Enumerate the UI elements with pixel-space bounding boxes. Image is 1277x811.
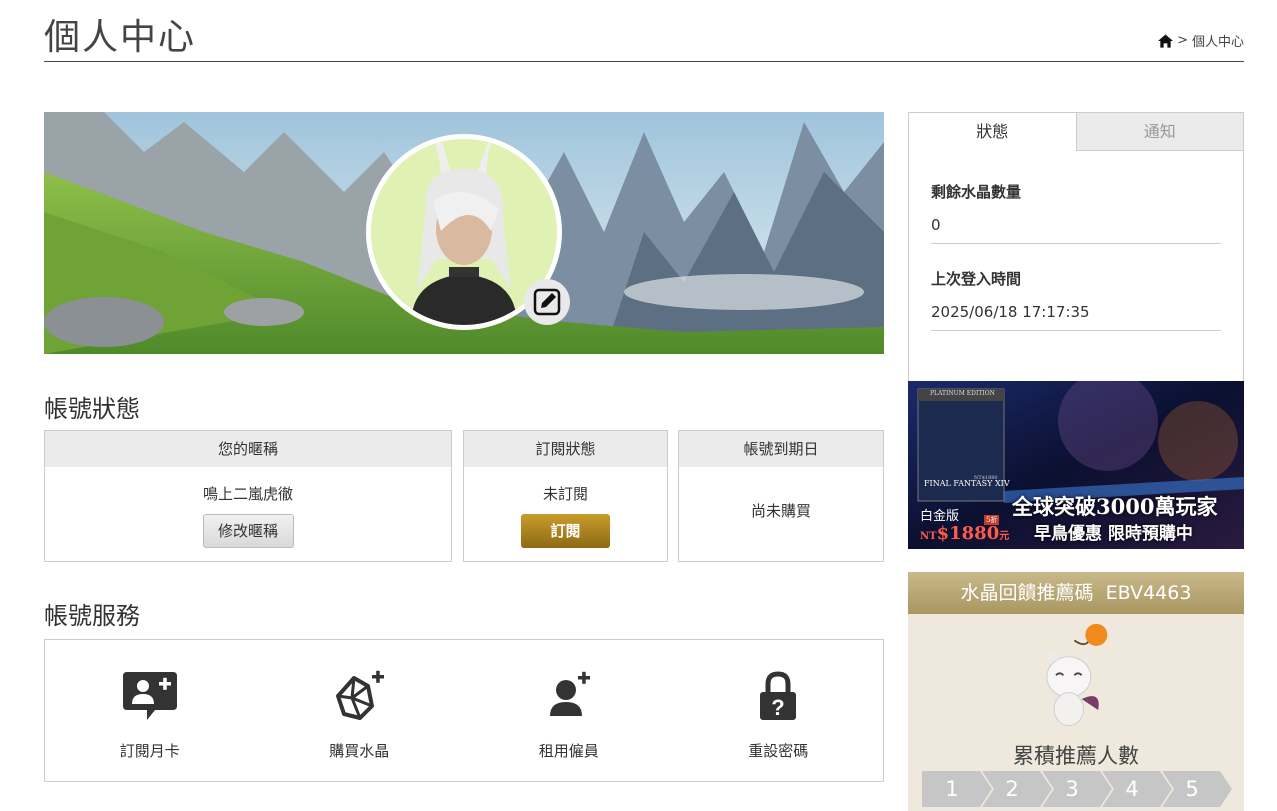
- referral-step: 4: [1102, 771, 1172, 807]
- home-icon[interactable]: [1158, 33, 1174, 48]
- header-divider: [44, 61, 1244, 62]
- breadcrumb-separator: >: [1177, 33, 1188, 48]
- expiry-value: 尚未購買: [750, 502, 811, 520]
- account-services-heading: 帳號服務: [44, 602, 140, 630]
- referral-panel: 水晶回饋推薦碼 EBV4463 累積推薦人數 1 2 3 4 5: [908, 572, 1244, 811]
- service-hire-retainer[interactable]: 租用僱員: [464, 640, 674, 781]
- crystal-count-value: 0: [931, 202, 1221, 244]
- ad-price: NT$1880元: [920, 523, 1010, 544]
- referral-title: 水晶回饋推薦碼: [960, 582, 1094, 604]
- crystal-count-label: 剩餘水晶數量: [931, 183, 1022, 201]
- lock-question-icon: ?: [760, 671, 797, 720]
- nickname-card: 您的暱稱 鳴上二嵐虎徹 修改暱稱: [44, 430, 452, 562]
- breadcrumb-current: 個人中心: [1191, 35, 1244, 50]
- subscription-value: 未訂閱: [542, 485, 588, 503]
- ad-headline: 全球突破3000萬玩家: [1012, 494, 1218, 519]
- edit-nickname-button[interactable]: 修改暱稱: [202, 514, 294, 548]
- subscribe-button[interactable]: 訂閱: [521, 514, 610, 548]
- crystal-plus-icon: [336, 670, 385, 720]
- add-user-card-icon: [122, 672, 177, 720]
- referral-progress-steps: 1 2 3 4 5: [922, 771, 1232, 807]
- edit-icon: [533, 288, 561, 316]
- last-login-label: 上次登入時間: [931, 270, 1022, 288]
- ad-discount-badge: 5折: [984, 515, 1000, 525]
- referral-step: 2: [982, 771, 1052, 807]
- subscription-card: 訂閱狀態 未訂閱 訂閱: [463, 430, 668, 562]
- referral-step: 1: [922, 771, 992, 807]
- referral-count-label: 累積推薦人數: [1013, 744, 1139, 768]
- nickname-value: 鳴上二嵐虎徹: [202, 485, 293, 503]
- status-tabs: 狀態 通知: [909, 113, 1243, 151]
- user-plus-icon: [549, 671, 590, 716]
- subscription-label: 訂閱狀態: [464, 431, 667, 467]
- profile-banner: [44, 112, 884, 354]
- service-label: 購買水晶: [329, 742, 390, 760]
- last-login-value: 2025/06/18 17:17:35: [931, 289, 1221, 331]
- tab-notifications[interactable]: 通知: [1075, 113, 1243, 151]
- breadcrumb: > 個人中心: [1158, 31, 1244, 50]
- referral-header: 水晶回饋推薦碼 EBV4463: [908, 572, 1244, 614]
- status-panel: 狀態 通知 剩餘水晶數量 0 上次登入時間 2025/06/18 17:17:3…: [908, 112, 1244, 382]
- page-title: 個人中心: [44, 17, 197, 58]
- promo-ad-banner[interactable]: PLATINUM EDITION FINAL FANTASY XIV NT$18…: [908, 381, 1244, 549]
- edit-avatar-button[interactable]: [524, 279, 570, 325]
- service-label: 租用僱員: [538, 742, 599, 760]
- service-buy-crystal[interactable]: 購買水晶: [255, 640, 465, 781]
- service-subscribe-monthly[interactable]: 訂閱月卡: [45, 640, 255, 781]
- ad-subline: 早鳥優惠 限時預購中: [1034, 524, 1193, 544]
- moogle-illustration: [1045, 623, 1108, 727]
- account-status-heading: 帳號狀態: [44, 395, 140, 423]
- svg-text:?: ?: [772, 695, 785, 720]
- expiry-card: 帳號到期日 尚未購買: [678, 430, 884, 562]
- expiry-label: 帳號到期日: [679, 431, 883, 467]
- ad-code: NT$1880: [974, 475, 998, 481]
- nickname-label: 您的暱稱: [45, 431, 451, 467]
- service-label: 重設密碼: [748, 742, 809, 760]
- referral-code[interactable]: EBV4463: [1106, 582, 1192, 604]
- service-reset-password[interactable]: ? 重設密碼: [674, 640, 884, 781]
- account-services-panel: 訂閱月卡 購買水晶 租用僱員 ? 重設密碼: [44, 639, 884, 782]
- ad-edition-cn: 白金版: [920, 509, 960, 524]
- ad-edition-label: PLATINUM EDITION: [930, 390, 995, 397]
- tab-status[interactable]: 狀態: [909, 113, 1076, 151]
- service-label: 訂閱月卡: [119, 742, 180, 760]
- referral-step: 5: [1162, 771, 1232, 807]
- referral-step: 3: [1042, 771, 1112, 807]
